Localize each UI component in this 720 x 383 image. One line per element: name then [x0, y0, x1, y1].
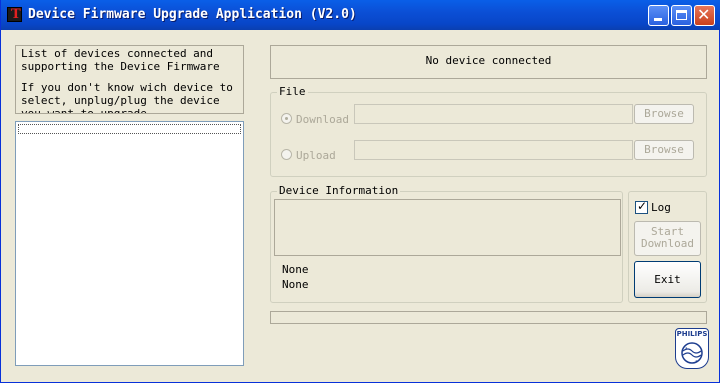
connection-status: No device connected [270, 45, 707, 79]
device-info-label: Device Information [277, 184, 401, 197]
upload-label: Upload [296, 149, 336, 162]
upload-browse-button[interactable]: Browse [634, 140, 694, 160]
title-bar[interactable]: T Device Firmware Upgrade Application (V… [1, 0, 720, 30]
instructions-box: List of devices connected and supporting… [15, 45, 244, 114]
device-info-text [274, 199, 621, 256]
progress-bar [270, 311, 707, 324]
philips-wordmark: PHILIPS [676, 330, 708, 338]
download-path-field[interactable] [354, 104, 633, 124]
download-radio[interactable] [281, 113, 292, 124]
device-list-focus-row[interactable] [18, 124, 241, 134]
instructions-line1: List of devices connected and supporting… [21, 47, 220, 73]
start-download-button[interactable]: Start Download [634, 221, 701, 256]
close-icon[interactable]: ✕ [694, 5, 715, 26]
download-browse-button[interactable]: Browse [634, 104, 694, 124]
exit-button[interactable]: Exit [634, 261, 701, 298]
log-checkbox[interactable]: ✓ [635, 199, 648, 214]
device-info-line2: None [282, 278, 309, 291]
maximize-icon[interactable] [671, 5, 692, 26]
app-window: T Device Firmware Upgrade Application (V… [0, 0, 720, 383]
philips-shield-icon: ★ ★ [681, 342, 703, 364]
window-title: Device Firmware Upgrade Application (V2.… [28, 7, 357, 22]
download-label: Download [296, 113, 349, 126]
file-group-label: File [277, 85, 308, 98]
minimize-icon[interactable] [648, 5, 669, 26]
philips-logo: PHILIPS ★ ★ [675, 328, 709, 369]
instructions-line2: If you don't know wich device to select,… [21, 81, 233, 114]
app-icon[interactable]: T [7, 7, 22, 22]
upload-path-field[interactable] [354, 140, 633, 160]
device-list[interactable] [15, 121, 244, 366]
log-label: Log [651, 201, 671, 214]
checkmark-icon: ✓ [637, 199, 648, 213]
upload-radio[interactable] [281, 149, 292, 160]
device-info-line1: None [282, 263, 309, 276]
